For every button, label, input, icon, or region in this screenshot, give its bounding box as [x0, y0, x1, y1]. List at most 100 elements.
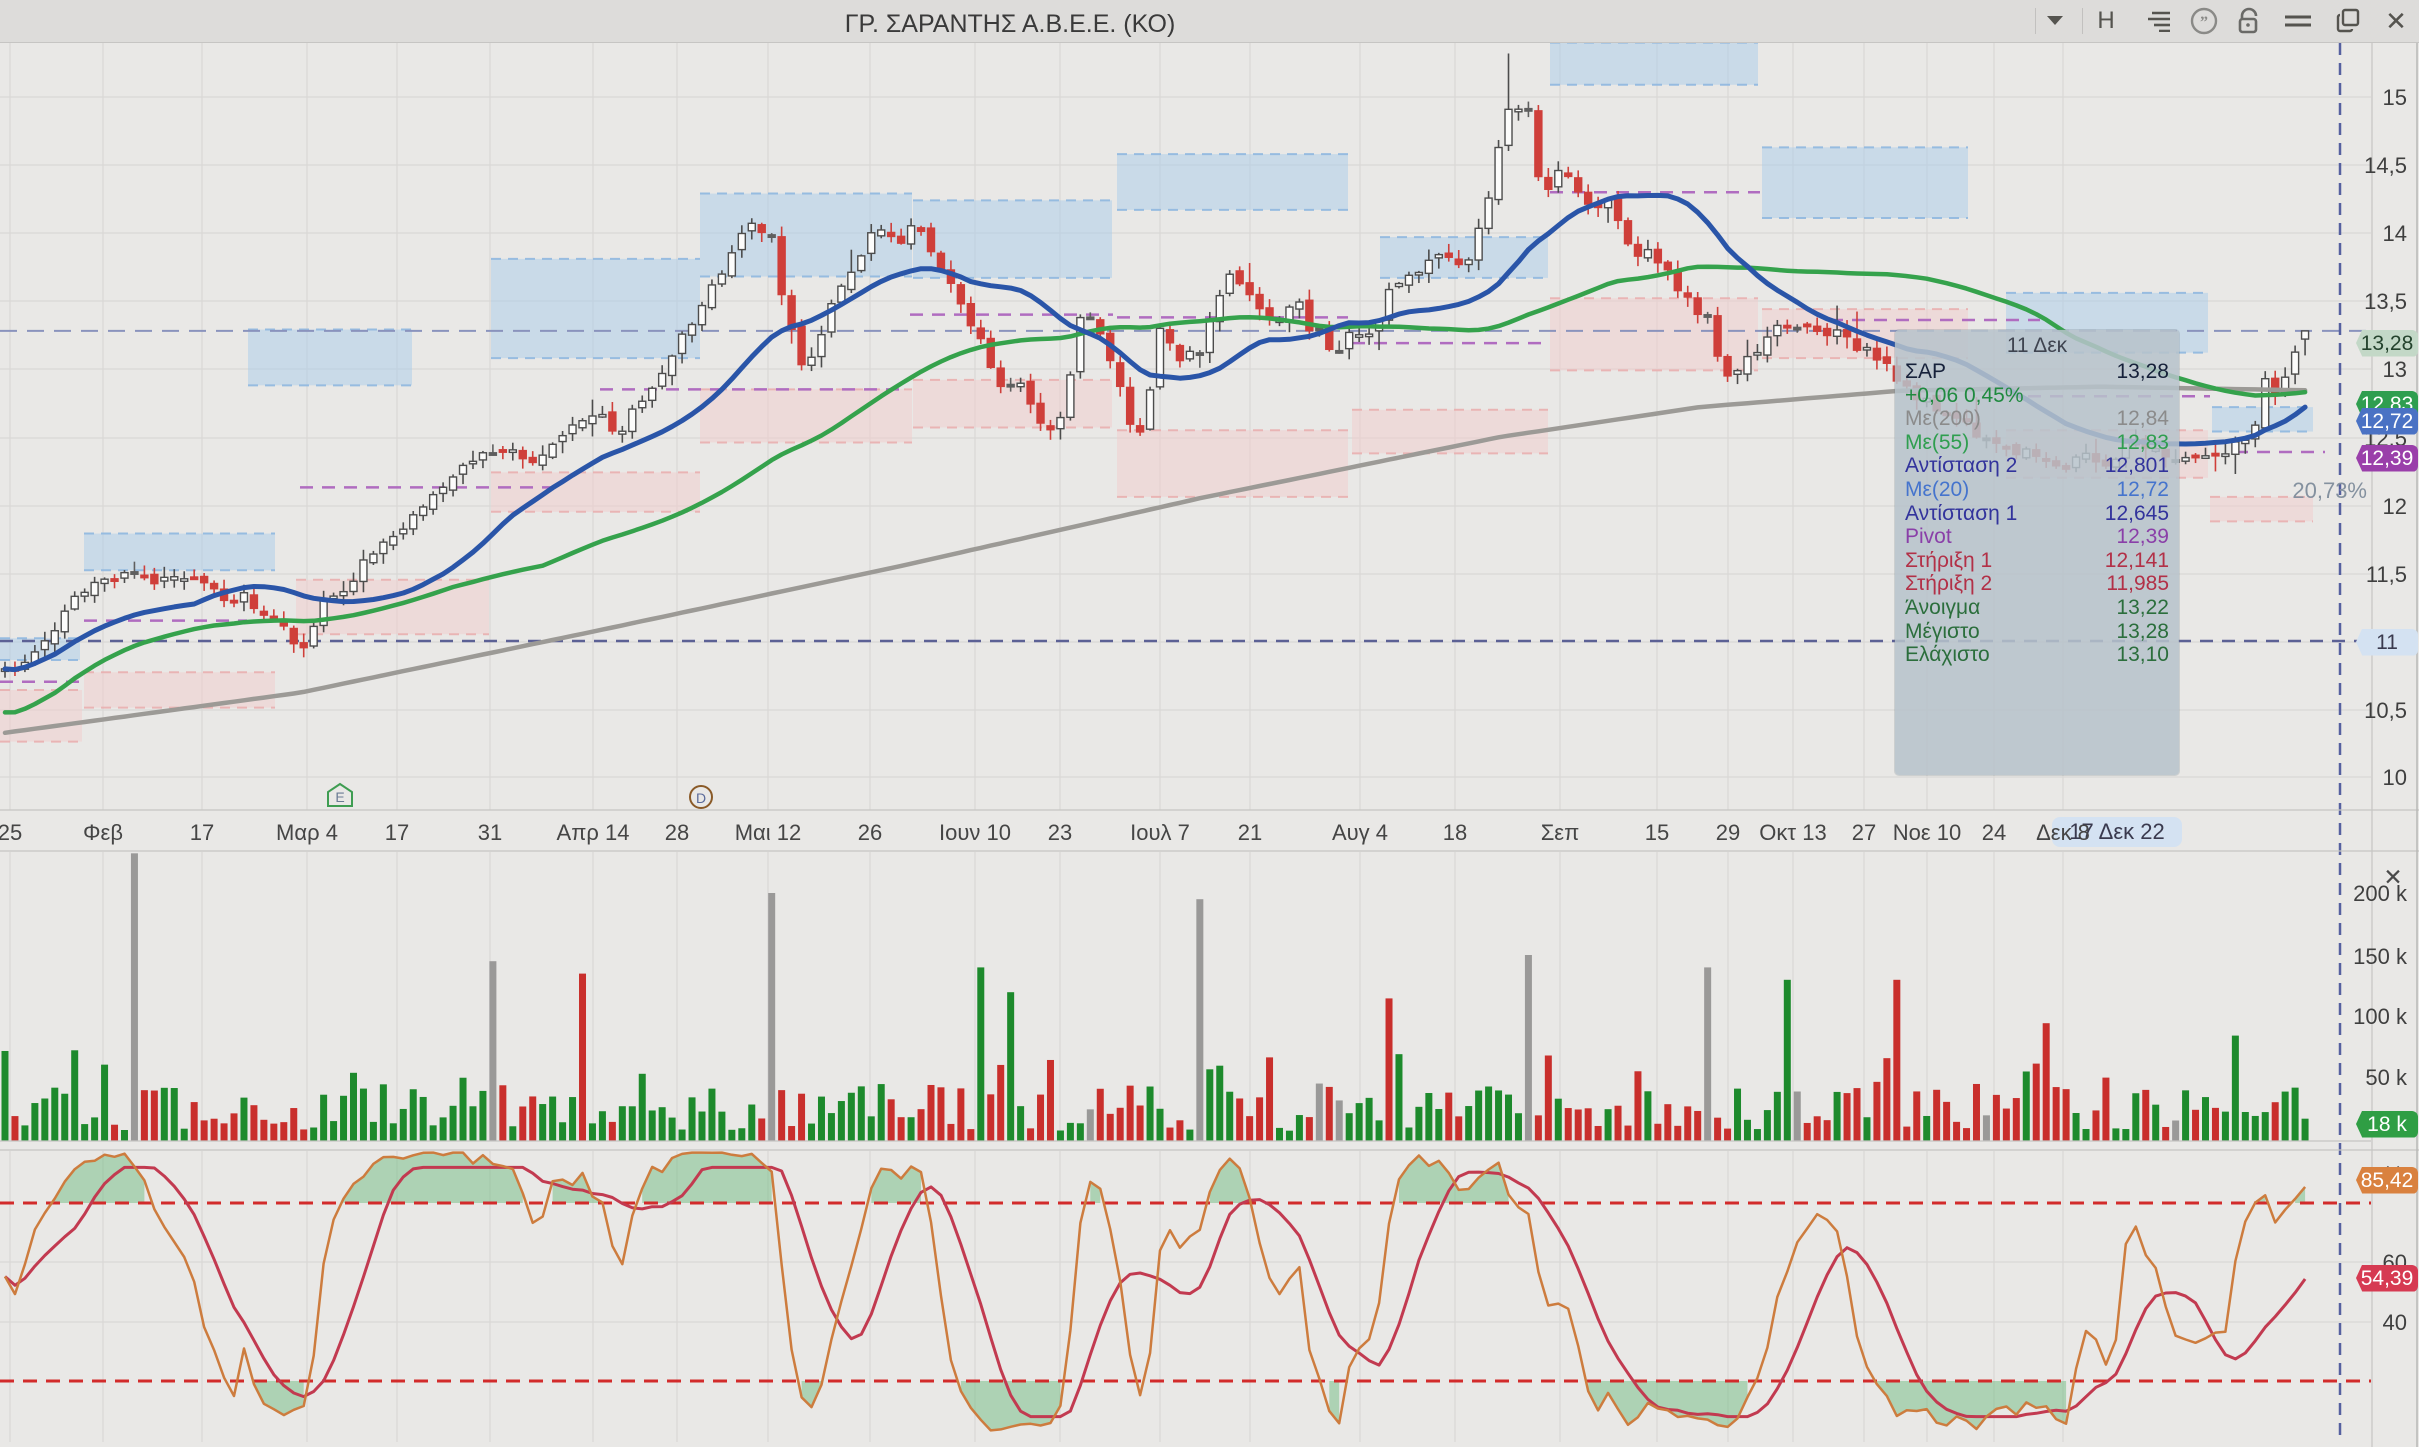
volume-bar: [569, 1097, 576, 1141]
volume-bar: [589, 1123, 596, 1141]
candle-body: [1196, 353, 1203, 356]
volume-bar: [111, 1125, 118, 1141]
tooltip-row-value: 12,83: [2116, 431, 2169, 455]
dividend-marker-letter: D: [696, 790, 706, 806]
volume-bar: [888, 1099, 895, 1141]
volume-bar: [460, 1078, 467, 1141]
candle-body: [1485, 198, 1492, 228]
candle-body: [1714, 316, 1721, 356]
price-axis-label[interactable]: 15: [2337, 85, 2407, 111]
duplicate-window-icon[interactable]: [2330, 4, 2366, 38]
volume-bar: [1595, 1126, 1602, 1141]
volume-bar: [121, 1130, 128, 1141]
volume-bar: [1893, 980, 1900, 1141]
price-axis-label[interactable]: 14,5: [2337, 153, 2407, 179]
volume-bar: [260, 1120, 267, 1141]
volume-bar: [1764, 1110, 1771, 1141]
candle-body: [1634, 245, 1641, 257]
volume-bar: [2162, 1127, 2169, 1141]
volume-bar: [828, 1113, 835, 1141]
date-axis-label: Σεπ: [1505, 820, 1615, 846]
volume-bar: [1943, 1102, 1950, 1141]
price-axis-label[interactable]: 12: [2337, 494, 2407, 520]
candle-body: [659, 374, 666, 387]
volume-bar: [1296, 1115, 1303, 1141]
candle-body: [240, 593, 247, 602]
indicator-list-icon[interactable]: [2139, 4, 2175, 38]
oscillator-badge: 85,42: [2356, 1167, 2418, 1194]
chevron-down-icon[interactable]: [2037, 4, 2073, 38]
candle-body: [250, 595, 257, 608]
volume-bar: [818, 1097, 825, 1141]
data-window-tooltip: 11 Δεκ ΣΑΡ13,28+0,06 0,45%Με(200)12,84Με…: [1895, 330, 2179, 775]
tooltip-row: Στήριξη 112,141: [1895, 549, 2179, 573]
price-axis-label[interactable]: 14: [2337, 221, 2407, 247]
volume-bar: [1206, 1069, 1213, 1141]
volume-bar: [1286, 1131, 1293, 1141]
volume-bar: [2102, 1078, 2109, 1141]
timeframe-button[interactable]: H: [2088, 4, 2124, 38]
price-badge-13-28: 13,28: [2356, 330, 2418, 357]
candle-body: [499, 450, 506, 453]
candle-body: [1087, 317, 1094, 320]
candle-body: [380, 542, 387, 553]
volume-bar: [808, 1124, 815, 1141]
candle-body: [469, 461, 476, 464]
support-zone: [84, 672, 275, 707]
candle-body: [1515, 109, 1522, 112]
volume-bar: [2013, 1098, 2020, 1141]
date-axis-label: 17: [147, 820, 257, 846]
candle-body: [1664, 262, 1671, 269]
close-icon[interactable]: ✕: [2378, 4, 2414, 38]
volume-bar: [509, 1126, 516, 1141]
volume-bar: [2292, 1088, 2299, 1141]
volume-bar: [748, 1105, 755, 1141]
candle-body: [1256, 295, 1263, 309]
candle-body: [1555, 171, 1562, 187]
price-axis-label[interactable]: 13: [2337, 357, 2407, 383]
tooltip-row: Ελάχιστο13,10: [1895, 643, 2179, 667]
volume-bar: [1276, 1128, 1283, 1141]
volume-bar: [1087, 1109, 1094, 1141]
candle-body: [211, 584, 218, 589]
candle-body: [1226, 274, 1233, 293]
candle-body: [1814, 326, 1821, 331]
volume-bar: [549, 1097, 556, 1141]
volume-bar: [61, 1094, 68, 1141]
candle-body: [2222, 454, 2229, 457]
volume-bar: [340, 1096, 347, 1141]
candle-body: [1007, 384, 1014, 387]
tooltip-row: +0,06 0,45%: [1895, 384, 2179, 408]
price-axis-label[interactable]: 11,5: [2337, 562, 2407, 588]
volume-bar: [2242, 1112, 2249, 1141]
volume-bar: [1664, 1104, 1671, 1141]
volume-bar: [1863, 1117, 1870, 1141]
volume-bar: [659, 1107, 666, 1141]
quote-icon[interactable]: ”: [2186, 4, 2222, 38]
volume-bar: [2092, 1110, 2099, 1141]
price-axis-label[interactable]: 13,5: [2337, 289, 2407, 315]
volume-bar: [1037, 1095, 1044, 1141]
volume-bar: [1734, 1089, 1741, 1141]
unlock-icon[interactable]: [2231, 4, 2267, 38]
candle-body: [340, 592, 347, 596]
volume-bar: [171, 1088, 178, 1141]
volume-bar: [1774, 1092, 1781, 1141]
volume-bar: [11, 1116, 18, 1141]
volume-bar: [310, 1127, 317, 1141]
price-axis-label[interactable]: 10: [2337, 765, 2407, 791]
volume-bar: [290, 1108, 297, 1141]
candle-body: [918, 228, 925, 232]
volume-bar: [2142, 1090, 2149, 1141]
candle-body: [121, 573, 128, 578]
candle-body: [1037, 403, 1044, 423]
price-axis-label[interactable]: 10,5: [2337, 698, 2407, 724]
volume-bar: [131, 853, 138, 1141]
volume-bar: [1674, 1126, 1681, 1141]
volume-bar: [2003, 1109, 2010, 1141]
volume-bar: [330, 1121, 337, 1141]
volume-bar: [1903, 1127, 1910, 1141]
candle-body: [440, 487, 447, 493]
equals-icon[interactable]: [2280, 4, 2316, 38]
candle-body: [669, 356, 676, 375]
